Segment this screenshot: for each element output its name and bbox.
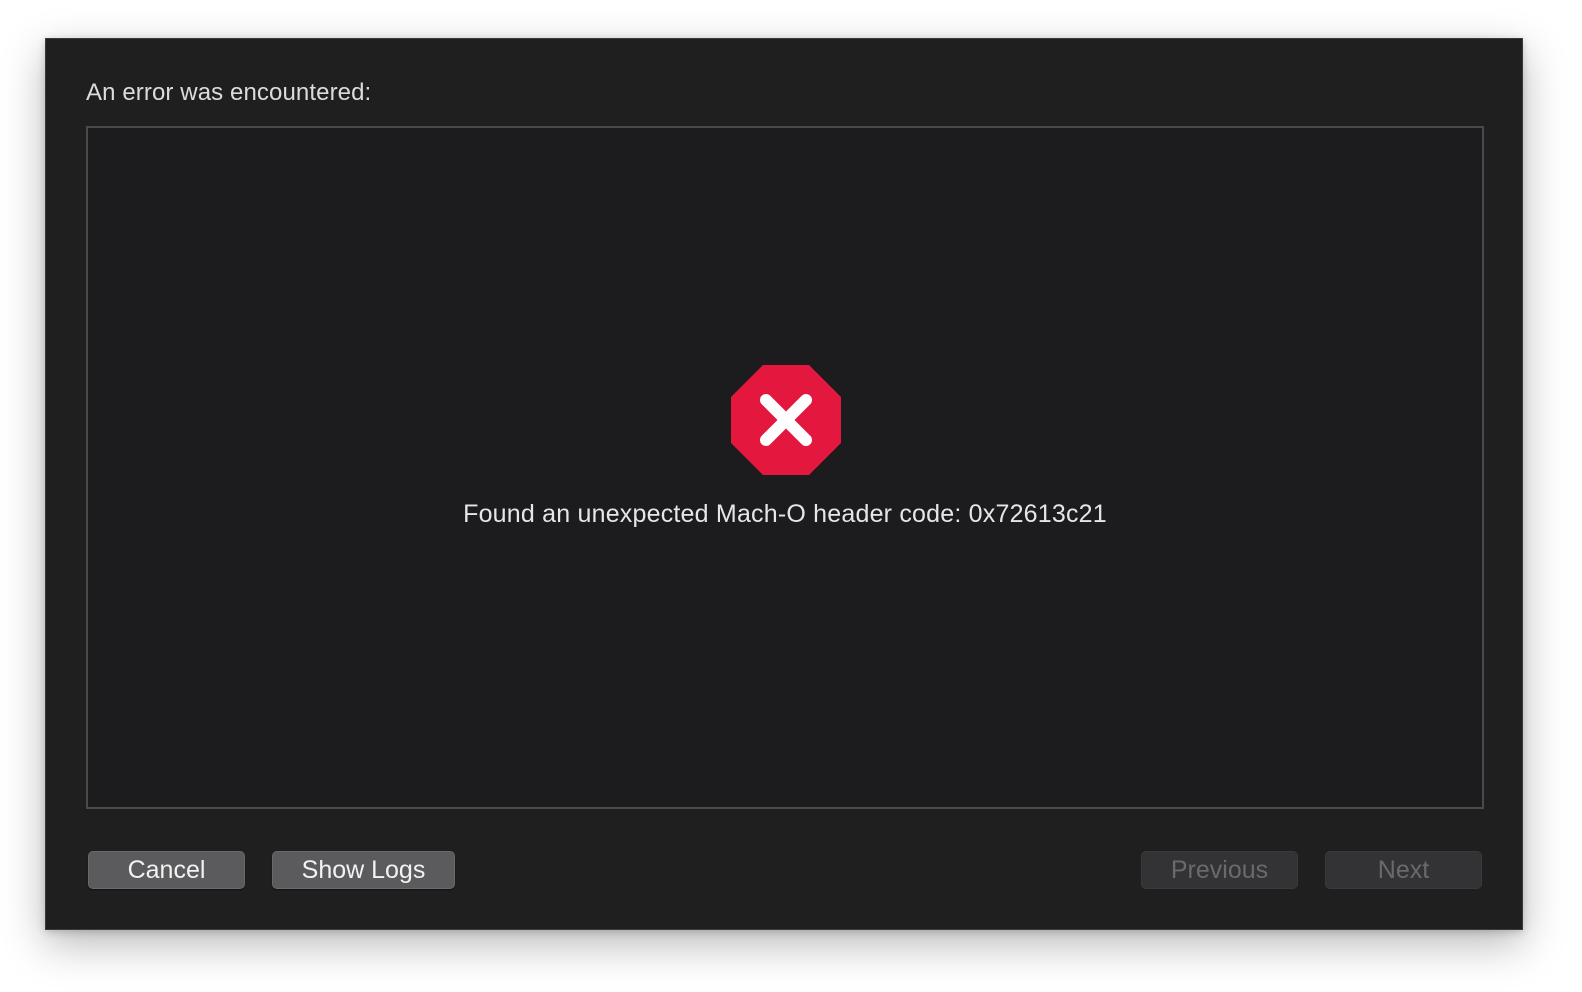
dialog-heading: An error was encountered: xyxy=(86,79,372,106)
error-message: Found an unexpected Mach-O header code: … xyxy=(463,500,1107,528)
error-stop-icon xyxy=(731,365,841,475)
cancel-button[interactable]: Cancel xyxy=(88,851,245,889)
error-dialog: An error was encountered: Found an unexp… xyxy=(45,38,1523,930)
previous-button[interactable]: Previous xyxy=(1141,851,1298,889)
next-button[interactable]: Next xyxy=(1325,851,1482,889)
error-content-panel: Found an unexpected Mach-O header code: … xyxy=(86,126,1484,809)
show-logs-button[interactable]: Show Logs xyxy=(272,851,455,889)
